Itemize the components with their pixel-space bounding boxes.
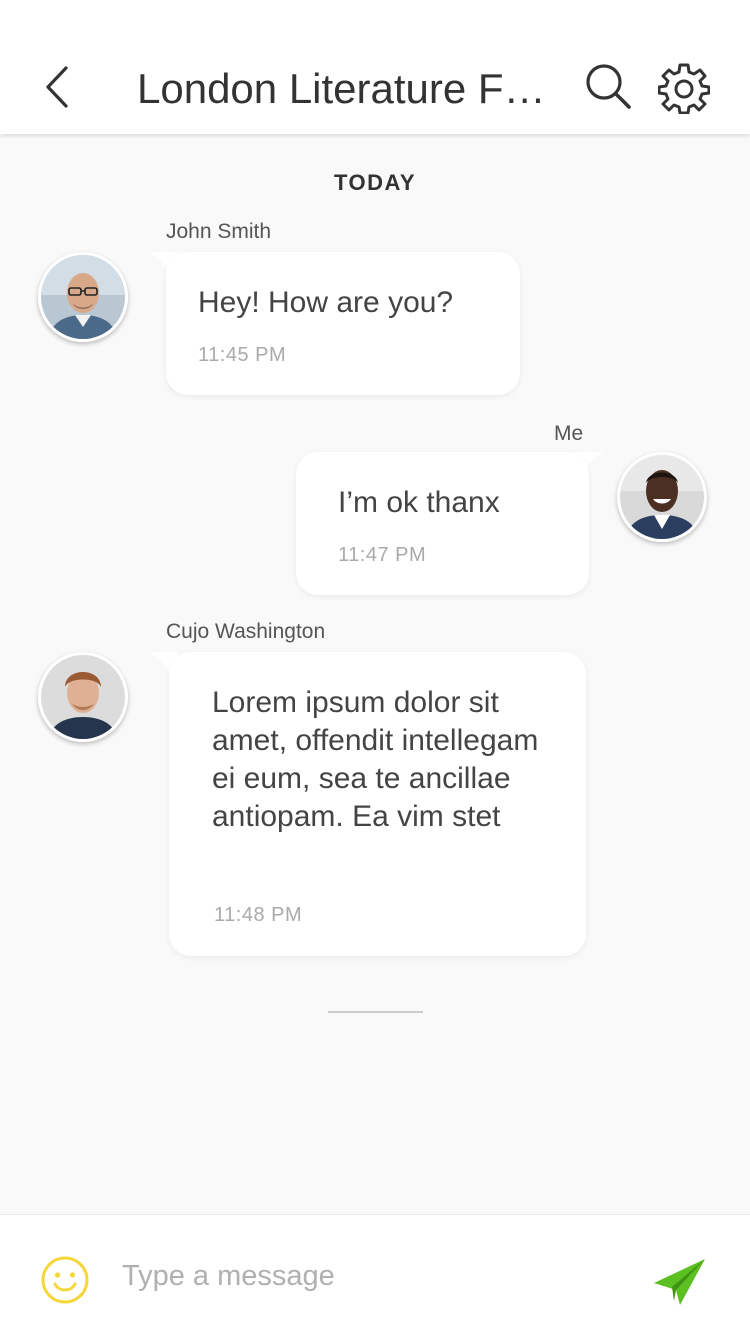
divider <box>328 1011 423 1013</box>
gear-icon <box>657 63 711 115</box>
message-text: Hey! How are you? <box>198 286 454 319</box>
page-title: London Literature Festival <box>137 65 567 112</box>
avatar[interactable] <box>617 452 707 542</box>
message-time: 11:47 PM <box>338 544 427 566</box>
paper-plane-icon <box>654 1259 705 1305</box>
sender-name: John Smith <box>166 220 272 243</box>
date-separator: TODAY <box>333 170 417 195</box>
sender-name: Me <box>554 422 584 445</box>
message-time: 11:45 PM <box>198 344 287 366</box>
chat-header: London Literature Festival <box>0 0 750 134</box>
message-bubble[interactable]: I’m ok thanx 11:47 PM <box>296 452 589 595</box>
sender-name: Cujo Washington <box>166 620 326 643</box>
message-text: Lorem ipsum dolor sit amet, offendit int… <box>212 686 539 833</box>
avatar[interactable] <box>38 252 128 342</box>
avatar[interactable] <box>38 652 128 742</box>
search-button[interactable] <box>584 62 634 112</box>
message-input[interactable] <box>122 1251 602 1301</box>
emoji-button[interactable] <box>40 1255 90 1305</box>
send-button[interactable] <box>652 1257 708 1307</box>
back-button[interactable] <box>40 62 80 112</box>
message-bubble[interactable]: Hey! How are you? 11:45 PM <box>166 252 520 395</box>
message-composer <box>0 1214 750 1334</box>
smiley-icon <box>41 1256 89 1304</box>
search-icon <box>586 64 631 109</box>
settings-button[interactable] <box>657 62 711 115</box>
message-time: 11:48 PM <box>214 904 303 926</box>
message-bubble[interactable]: Lorem ipsum dolor sit amet, offendit int… <box>169 652 586 956</box>
message-text: I’m ok thanx <box>338 486 500 519</box>
chevron-left-icon <box>46 66 68 108</box>
